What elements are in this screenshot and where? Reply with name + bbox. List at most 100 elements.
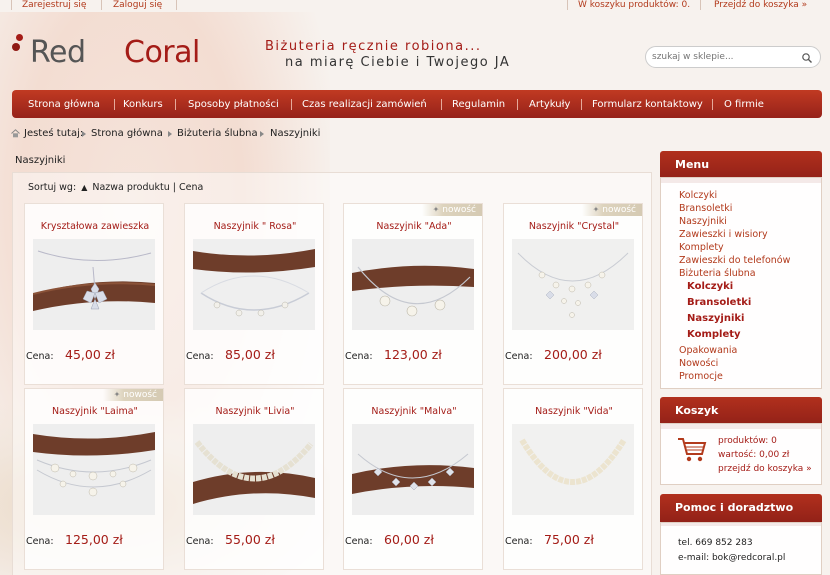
top-bar-divider bbox=[176, 0, 177, 10]
product-card[interactable]: Kryształowa zawieszka Cena: 45,00 zł bbox=[24, 203, 164, 385]
product-photo[interactable] bbox=[512, 239, 634, 330]
nav-divider bbox=[175, 99, 176, 110]
product-name[interactable]: Naszyjnik "Livia" bbox=[185, 406, 325, 417]
top-bar-divider bbox=[700, 0, 701, 10]
breadcrumb-arrow-icon bbox=[260, 131, 264, 137]
breadcrumb-prefix: Jesteś tutaj: bbox=[24, 128, 84, 139]
cart-panel: Koszyk produktów: 0 wartość: 0,00 zł prz… bbox=[660, 397, 822, 487]
menu-item-promotions[interactable]: Promocje bbox=[679, 371, 723, 382]
menu-item-wedding[interactable]: Biżuteria ślubna bbox=[679, 268, 756, 279]
price-label: Cena: bbox=[505, 536, 533, 547]
tagline-line-1: Biżuteria ręcznie robiona... bbox=[265, 39, 482, 54]
nav-divider bbox=[517, 99, 518, 110]
tagline-line-2: na miarę Ciebie i Twojego JA bbox=[285, 55, 511, 70]
nav-item-home[interactable]: Strona główna bbox=[28, 90, 100, 118]
sort-by-name-link[interactable]: Nazwa produktu bbox=[92, 182, 169, 193]
product-name[interactable]: Naszyjnik "Vida" bbox=[504, 406, 644, 417]
menu-subitem-sets[interactable]: Komplety bbox=[687, 329, 741, 340]
product-card[interactable]: Naszyjnik "Vida" Cena: 75,00 zł bbox=[503, 388, 643, 570]
nav-item-articles[interactable]: Artykuły bbox=[529, 90, 570, 118]
new-badge: ✦ nowość bbox=[103, 389, 163, 401]
product-card[interactable]: ✦ nowość Naszyjnik "Laima" Cena: 125,00 z… bbox=[24, 388, 164, 570]
breadcrumb-item-necklaces[interactable]: Naszyjniki bbox=[270, 128, 320, 139]
cart-panel-body: produktów: 0 wartość: 0,00 zł przejdź do… bbox=[660, 423, 822, 485]
logo-text-red: Red bbox=[30, 35, 86, 70]
menu-item-bracelets[interactable]: Bransoletki bbox=[679, 203, 732, 214]
logo-dot bbox=[16, 34, 23, 41]
search-box bbox=[645, 46, 821, 68]
sort-ascending-icon[interactable]: ▲ bbox=[81, 183, 87, 192]
nav-item-contact-form[interactable]: Formularz kontaktowy bbox=[592, 90, 703, 118]
product-name[interactable]: Naszyjnik "Malva" bbox=[344, 406, 484, 417]
menu-subitem-necklaces[interactable]: Naszyjniki bbox=[687, 313, 744, 324]
price-label: Cena: bbox=[26, 536, 54, 547]
product-card[interactable]: Naszyjnik "Malva" Cena: 60,00 zł bbox=[343, 388, 483, 570]
star-icon: ✦ bbox=[592, 205, 600, 214]
nav-item-payment[interactable]: Sposoby płatności bbox=[188, 90, 279, 118]
shopping-cart-icon[interactable] bbox=[677, 436, 707, 464]
price-label: Cena: bbox=[505, 351, 533, 362]
breadcrumb-arrow-icon bbox=[168, 131, 172, 137]
product-photo[interactable] bbox=[512, 424, 634, 515]
product-photo[interactable] bbox=[33, 424, 155, 515]
menu-item-earrings[interactable]: Kolczyki bbox=[679, 190, 717, 201]
price-label: Cena: bbox=[345, 536, 373, 547]
product-price: 60,00 zł bbox=[384, 532, 434, 547]
menu-item-packaging[interactable]: Opakowania bbox=[679, 345, 737, 356]
top-go-to-cart-link[interactable]: Przejdź do koszyka » bbox=[714, 0, 807, 10]
menu-item-phone-charms[interactable]: Zawieszki do telefonów bbox=[679, 255, 790, 266]
menu-item-sets[interactable]: Komplety bbox=[679, 242, 724, 253]
home-icon bbox=[11, 129, 20, 138]
nav-divider bbox=[581, 99, 582, 110]
product-card[interactable]: ✦ nowość Naszyjnik "Crystal" Cena: 200,00… bbox=[503, 203, 643, 385]
breadcrumb-item-wedding[interactable]: Biżuteria ślubna bbox=[177, 128, 258, 139]
top-bar-divider bbox=[11, 0, 12, 10]
product-price: 200,00 zł bbox=[544, 347, 602, 362]
nav-item-delivery-time[interactable]: Czas realizacji zamówień bbox=[302, 90, 427, 118]
menu-item-pendants[interactable]: Zawieszki i wisiory bbox=[679, 229, 768, 240]
search-icon[interactable] bbox=[801, 52, 813, 64]
menu-subitem-earrings[interactable]: Kolczyki bbox=[687, 281, 733, 292]
help-panel: Pomoc i doradztwo tel. 669 852 283 e-mai… bbox=[660, 494, 822, 575]
product-price: 123,00 zł bbox=[384, 347, 442, 362]
product-photo[interactable] bbox=[193, 239, 315, 330]
logo-text-coral: Coral bbox=[124, 35, 200, 70]
sort-bar: Sortuj wg: ▲ Nazwa produktu | Cena bbox=[28, 182, 203, 193]
nav-divider bbox=[712, 99, 713, 110]
menu-item-necklaces[interactable]: Naszyjniki bbox=[679, 216, 727, 227]
product-name[interactable]: Naszyjnik " Rosa" bbox=[185, 221, 325, 232]
main-nav: Strona główna Konkurs Sposoby płatności … bbox=[12, 90, 822, 118]
cart-go-link[interactable]: przejdź do koszyka » bbox=[718, 464, 812, 474]
breadcrumb-arrow-icon bbox=[82, 131, 86, 137]
product-price: 55,00 zł bbox=[225, 532, 275, 547]
login-link[interactable]: Zaloguj się bbox=[113, 0, 162, 10]
nav-item-about[interactable]: O firmie bbox=[724, 90, 764, 118]
contact-email[interactable]: e-mail: bok@redcoral.pl bbox=[678, 553, 785, 563]
nav-divider bbox=[114, 99, 115, 110]
product-name[interactable]: Kryształowa zawieszka bbox=[25, 221, 165, 232]
breadcrumb-item-home[interactable]: Strona główna bbox=[91, 128, 163, 139]
menu-panel-body: Kolczyki Bransoletki Naszyjniki Zawieszk… bbox=[660, 177, 822, 389]
register-link[interactable]: Zarejestruj się bbox=[22, 0, 86, 10]
search-input[interactable] bbox=[652, 50, 797, 64]
sort-separator: | bbox=[172, 182, 176, 193]
nav-item-terms[interactable]: Regulamin bbox=[452, 90, 505, 118]
product-name[interactable]: Naszyjnik "Laima" bbox=[25, 406, 165, 417]
product-photo[interactable] bbox=[33, 239, 155, 330]
top-cart-count: W koszyku produktów: 0. bbox=[578, 0, 691, 10]
product-card[interactable]: Naszyjnik " Rosa" Cena: 85,00 zł bbox=[184, 203, 324, 385]
product-photo[interactable] bbox=[193, 424, 315, 515]
nav-item-contest[interactable]: Konkurs bbox=[123, 90, 163, 118]
product-photo[interactable] bbox=[352, 239, 474, 330]
product-photo[interactable] bbox=[352, 424, 474, 515]
product-card[interactable]: ✦ nowość Naszyjnik "Ada" Cena: 123,00 zł bbox=[343, 203, 483, 385]
logo[interactable]: Red Coral bbox=[12, 32, 227, 72]
product-name[interactable]: Naszyjnik "Crystal" bbox=[504, 221, 644, 232]
sort-by-price-link[interactable]: Cena bbox=[179, 182, 203, 193]
star-icon: ✦ bbox=[113, 390, 121, 399]
menu-subitem-bracelets[interactable]: Bransoletki bbox=[687, 297, 751, 308]
menu-item-new-products[interactable]: Nowości bbox=[679, 358, 718, 369]
product-card[interactable]: Naszyjnik "Livia" Cena: 55,00 zł bbox=[184, 388, 324, 570]
product-name[interactable]: Naszyjnik "Ada" bbox=[344, 221, 484, 232]
new-badge-label: nowość bbox=[123, 390, 157, 400]
